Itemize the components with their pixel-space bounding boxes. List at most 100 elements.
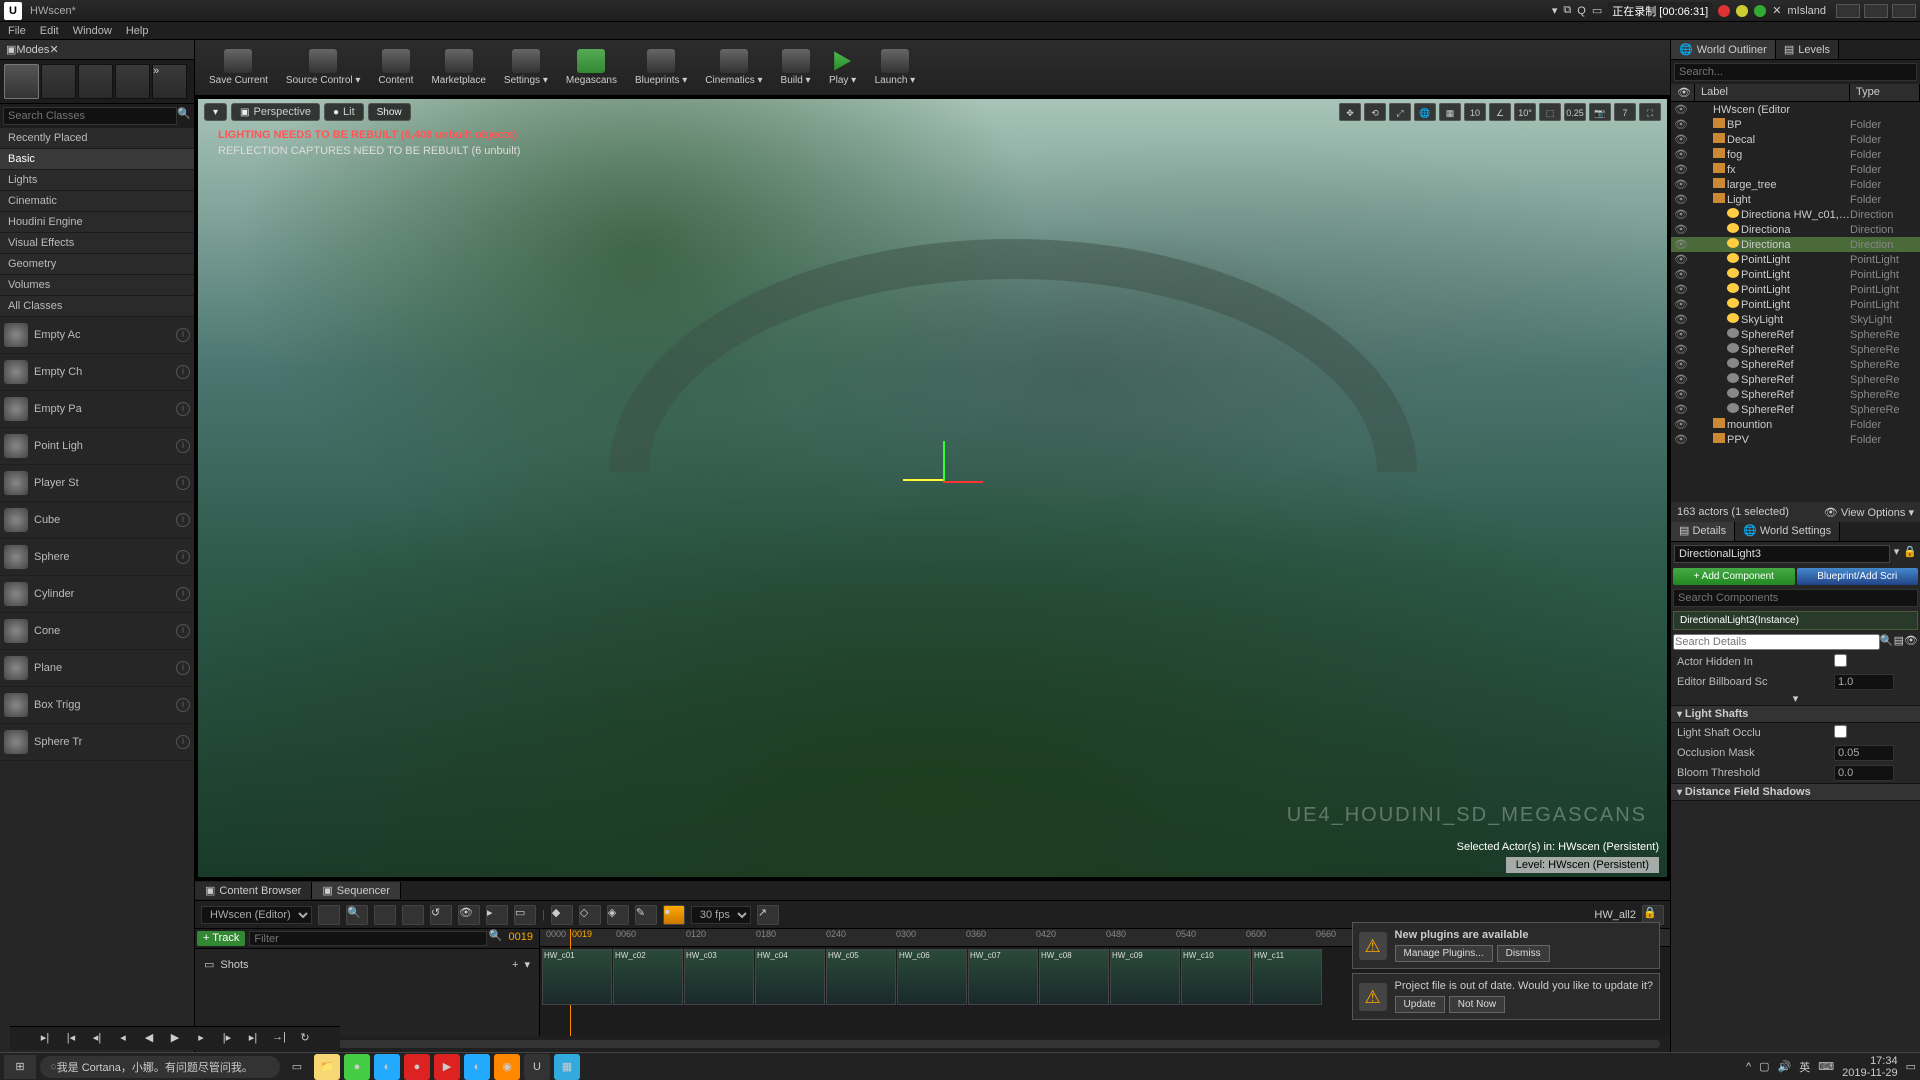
visibility-toggle[interactable]: 👁: [1671, 193, 1691, 206]
visibility-toggle[interactable]: 👁: [1671, 148, 1691, 161]
visibility-toggle[interactable]: 👁: [1671, 298, 1691, 311]
prev-key-button[interactable]: |◂: [62, 1031, 80, 1047]
menu-window[interactable]: Window: [73, 25, 112, 37]
clock[interactable]: 17:342019-11-29: [1842, 1055, 1897, 1079]
actor-item[interactable]: Box Triggi: [0, 687, 194, 724]
next-key-button[interactable]: ▸|: [244, 1031, 262, 1047]
toolbar-cinematics[interactable]: Cinematics ▾: [697, 44, 770, 92]
info-icon[interactable]: i: [176, 624, 190, 638]
to-end-button[interactable]: →|: [270, 1031, 288, 1047]
keyboard-icon[interactable]: ⌨: [1818, 1060, 1834, 1073]
visibility-toggle[interactable]: 👁: [1671, 403, 1691, 416]
outliner-row[interactable]: 👁SphereRefSphereRe: [1671, 357, 1920, 372]
close-button[interactable]: [1892, 4, 1916, 18]
menu-file[interactable]: File: [8, 25, 26, 37]
category-recently-placed[interactable]: Recently Placed: [0, 128, 194, 149]
tray-expand-icon[interactable]: ^: [1746, 1061, 1751, 1073]
toolbar-build[interactable]: Build ▾: [773, 44, 819, 92]
label-column[interactable]: Label: [1695, 84, 1850, 101]
explorer-icon[interactable]: 📁: [314, 1054, 340, 1080]
tray-icon[interactable]: ▾: [1552, 4, 1558, 17]
visibility-toggle[interactable]: 👁: [1671, 418, 1691, 431]
add-shot-button[interactable]: +: [512, 959, 518, 971]
landscape-mode-button[interactable]: [78, 64, 113, 99]
foliage-mode-button[interactable]: [115, 64, 150, 99]
grid-snap-value[interactable]: 10: [1464, 103, 1486, 121]
play-forward-button[interactable]: ▶: [166, 1031, 184, 1047]
info-icon[interactable]: i: [176, 365, 190, 379]
sequence-name[interactable]: HW_all2: [1594, 909, 1636, 921]
category-volumes[interactable]: Volumes: [0, 275, 194, 296]
paint-mode-button[interactable]: [41, 64, 76, 99]
outliner-row[interactable]: 👁SphereRefSphereRe: [1671, 327, 1920, 342]
category-all-classes[interactable]: All Classes: [0, 296, 194, 317]
menu-help[interactable]: Help: [126, 25, 149, 37]
seq-undo-icon[interactable]: ↺: [430, 905, 452, 925]
step-back-button[interactable]: ◂|: [88, 1031, 106, 1047]
view-options-button[interactable]: 👁 View Options ▾: [1824, 506, 1914, 519]
actor-item[interactable]: Player Sti: [0, 465, 194, 502]
shot-clip[interactable]: HW_c01: [542, 949, 612, 1005]
outliner-row[interactable]: 👁DecalFolder: [1671, 132, 1920, 147]
shot-menu-button[interactable]: ▾: [524, 958, 530, 971]
billboard-scale-input[interactable]: [1834, 674, 1894, 690]
outliner-row[interactable]: 👁SphereRefSphereRe: [1671, 342, 1920, 357]
visibility-toggle[interactable]: 👁: [1671, 118, 1691, 131]
actor-item[interactable]: Cylinderi: [0, 576, 194, 613]
more-modes-button[interactable]: »: [152, 64, 187, 99]
section-light-shafts[interactable]: ▾ Light Shafts: [1671, 705, 1920, 723]
seq-find-icon[interactable]: 🔍: [346, 905, 368, 925]
sequence-level-select[interactable]: HWscen (Editor): [201, 906, 312, 924]
info-icon[interactable]: i: [176, 328, 190, 342]
shot-clip[interactable]: HW_c07: [968, 949, 1038, 1005]
actor-hidden-checkbox[interactable]: [1834, 654, 1847, 667]
toolbar-megascans[interactable]: Megascans: [558, 44, 625, 92]
viewport[interactable]: ▾ ▣ Perspective ● Lit Show ✥ ⟲ ⤢ 🌐 ▦ 10 …: [197, 98, 1668, 878]
app-icon[interactable]: ◐: [374, 1054, 400, 1080]
info-icon[interactable]: i: [176, 513, 190, 527]
search-icon[interactable]: 🔍: [489, 929, 503, 948]
shot-clip[interactable]: HW_c09: [1110, 949, 1180, 1005]
play-reverse-button[interactable]: ◀: [140, 1031, 158, 1047]
ime-indicator[interactable]: 英: [1799, 1059, 1810, 1075]
rec-pause-icon[interactable]: [1736, 5, 1748, 17]
tab-sequencer[interactable]: ▣ Sequencer: [312, 882, 401, 899]
outliner-row[interactable]: 👁PPVFolder: [1671, 432, 1920, 447]
actor-item[interactable]: Spherei: [0, 539, 194, 576]
outliner-row[interactable]: 👁SphereRefSphereRe: [1671, 387, 1920, 402]
category-cinematic[interactable]: Cinematic: [0, 191, 194, 212]
seq-key-icon[interactable]: ◈: [607, 905, 629, 925]
loop-button[interactable]: ↻: [296, 1031, 314, 1047]
menu-edit[interactable]: Edit: [40, 25, 59, 37]
visibility-toggle[interactable]: 👁: [1671, 433, 1691, 446]
seq-play-icon[interactable]: ▸: [486, 905, 508, 925]
info-icon[interactable]: i: [176, 476, 190, 490]
toolbar-marketplace[interactable]: Marketplace: [423, 44, 493, 92]
actor-item[interactable]: Empty Aci: [0, 317, 194, 354]
actor-item[interactable]: Cubei: [0, 502, 194, 539]
outliner-row[interactable]: 👁SphereRefSphereRe: [1671, 372, 1920, 387]
actor-item[interactable]: Point Lighi: [0, 428, 194, 465]
current-frame[interactable]: 0019: [503, 929, 539, 948]
blueprint-add-script-button[interactable]: Blueprint/Add Scri: [1797, 568, 1919, 585]
shot-clip[interactable]: HW_c11: [1252, 949, 1322, 1005]
scale-snap-icon[interactable]: ⬚: [1539, 103, 1561, 121]
outliner-row[interactable]: 👁fxFolder: [1671, 162, 1920, 177]
step-fwd-button[interactable]: |▸: [218, 1031, 236, 1047]
component-item[interactable]: DirectionalLight3(Instance): [1673, 611, 1918, 630]
seq-autokey-button[interactable]: ●: [663, 905, 685, 925]
viewport-tool-icon[interactable]: 🌐: [1414, 103, 1436, 121]
place-mode-button[interactable]: [4, 64, 39, 99]
actor-item[interactable]: Planei: [0, 650, 194, 687]
maximize-button[interactable]: [1864, 4, 1888, 18]
seq-save-icon[interactable]: [318, 905, 340, 925]
seq-tool-icon[interactable]: ▭: [514, 905, 536, 925]
outliner-row[interactable]: 👁fogFolder: [1671, 147, 1920, 162]
app-icon[interactable]: ▦: [554, 1054, 580, 1080]
start-button[interactable]: ⊞: [4, 1055, 36, 1079]
visibility-toggle[interactable]: 👁: [1671, 238, 1691, 251]
category-visual-effects[interactable]: Visual Effects: [0, 233, 194, 254]
angle-snap-value[interactable]: 10°: [1514, 103, 1536, 121]
app-icon[interactable]: ◐: [464, 1054, 490, 1080]
type-column[interactable]: Type: [1850, 84, 1920, 101]
